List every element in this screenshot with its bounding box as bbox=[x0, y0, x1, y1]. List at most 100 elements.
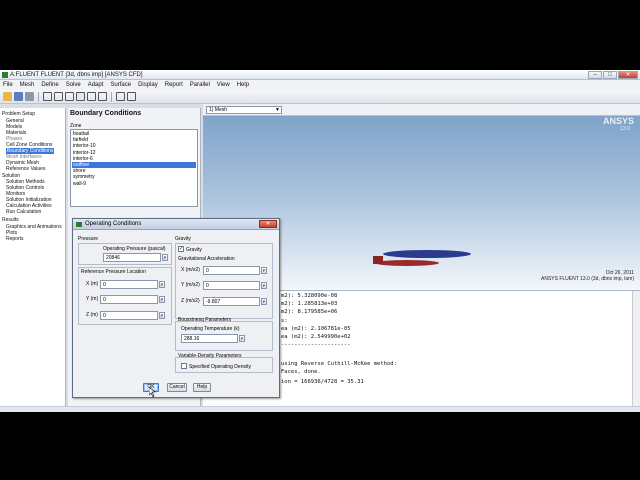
zoom-icon[interactable] bbox=[65, 92, 74, 101]
ref-z-label: Z (m) bbox=[86, 312, 98, 318]
grav-y-field[interactable]: 0 bbox=[203, 281, 260, 290]
mouse-cursor-icon bbox=[149, 387, 156, 397]
grav-x-param-button[interactable]: P bbox=[261, 267, 267, 274]
zone-list-item[interactable]: interior-10 bbox=[73, 143, 96, 149]
help-button[interactable]: Help bbox=[193, 383, 211, 392]
console-line: s: bbox=[281, 318, 288, 324]
grav-y-param-button[interactable]: P bbox=[261, 282, 267, 289]
ref-x-label: X (m) bbox=[86, 281, 99, 287]
operating-pressure-param-button[interactable]: P bbox=[162, 254, 168, 261]
pressure-group-label: Pressure bbox=[78, 236, 99, 242]
menu-mesh[interactable]: Mesh bbox=[20, 82, 35, 88]
tree-item[interactable]: Run Calculation bbox=[6, 209, 41, 215]
gravity-checkbox-label: Gravity bbox=[186, 247, 202, 253]
dialog-title-bar: Operating Conditions ✕ bbox=[73, 219, 279, 230]
operating-temperature-label: Operating Temperature (k) bbox=[181, 326, 240, 332]
graphics-window-select-value: 1) Mesh bbox=[209, 107, 228, 113]
rotate-icon[interactable] bbox=[43, 92, 52, 101]
zone-list-item[interactable]: outflow bbox=[72, 162, 196, 168]
zone-list-item[interactable]: farfield bbox=[73, 137, 88, 143]
chevron-down-icon: ▼ bbox=[275, 107, 280, 113]
specified-density-checkbox[interactable] bbox=[181, 363, 187, 369]
tree-item[interactable]: Reports bbox=[6, 236, 24, 242]
grav-y-label: Y (m/s2) bbox=[181, 282, 200, 288]
layout-icon[interactable] bbox=[116, 92, 125, 101]
ref-x-field[interactable]: 0 bbox=[100, 280, 158, 289]
menu-file[interactable]: File bbox=[3, 82, 13, 88]
zone-list-item[interactable]: interior-6 bbox=[73, 156, 93, 162]
zone-list-item[interactable]: boattail bbox=[73, 131, 89, 137]
grav-accel-label: Gravitational Acceleration bbox=[178, 256, 235, 262]
toolbar-separator bbox=[38, 91, 39, 102]
mesh-body bbox=[375, 260, 439, 266]
operating-conditions-dialog: Operating Conditions ✕ Pressure Operatin… bbox=[72, 218, 280, 398]
console-line: --------------------- bbox=[281, 342, 351, 348]
ref-z-field[interactable]: 0 bbox=[100, 311, 158, 320]
save-icon[interactable] bbox=[14, 92, 23, 101]
ref-y-label: Y (m) bbox=[86, 296, 99, 302]
ref-y-field[interactable]: 0 bbox=[100, 295, 158, 304]
reference-location-label: Reference Pressure Location bbox=[81, 269, 146, 275]
grav-x-field[interactable]: 0 bbox=[203, 266, 260, 275]
operating-pressure-field[interactable]: 20846 bbox=[103, 253, 161, 262]
tree-item[interactable]: Results bbox=[2, 217, 19, 223]
gravity-group-label: Gravity bbox=[175, 236, 191, 242]
minimize-button[interactable]: – bbox=[588, 71, 602, 79]
dialog-title: Operating Conditions bbox=[85, 221, 142, 227]
graphics-window-select[interactable]: 1) Mesh ▼ bbox=[206, 106, 282, 114]
panel-title: Boundary Conditions bbox=[70, 110, 142, 117]
console-line: m2): 8.179585e+06 bbox=[281, 309, 338, 315]
operating-temperature-param-button[interactable]: P bbox=[239, 335, 245, 342]
menu-adapt[interactable]: Adapt bbox=[88, 82, 104, 88]
ref-z-param-button[interactable]: P bbox=[159, 312, 165, 319]
grav-z-label: Z (m/s2) bbox=[181, 298, 200, 304]
console-line: m2): 5.328090e-08 bbox=[281, 293, 338, 299]
tree-item[interactable]: Problem Setup bbox=[2, 111, 35, 117]
zoom-box-icon[interactable] bbox=[76, 92, 85, 101]
grav-z-field[interactable]: -9.807 bbox=[203, 297, 260, 306]
fluent-app-icon bbox=[2, 72, 8, 78]
menu-display[interactable]: Display bbox=[138, 82, 158, 88]
horizontal-scrollbar[interactable] bbox=[0, 406, 640, 412]
console-scrollbar[interactable] bbox=[632, 291, 640, 412]
ref-y-param-button[interactable]: P bbox=[159, 296, 165, 303]
close-icon[interactable]: ✕ bbox=[259, 220, 277, 228]
zone-list[interactable]: boattail farfield interior-10 interior-12 in… bbox=[70, 129, 198, 207]
close-window-button[interactable]: ✕ bbox=[618, 71, 638, 79]
window-icon[interactable] bbox=[127, 92, 136, 101]
menu-parallel[interactable]: Parallel bbox=[190, 82, 210, 88]
console-line: ea (m2): 2.549990e+02 bbox=[281, 334, 351, 340]
probe-icon[interactable] bbox=[98, 92, 107, 101]
zone-list-item[interactable]: symmetry bbox=[73, 174, 95, 180]
fit-icon[interactable] bbox=[87, 92, 96, 101]
console-line: m2): 1.285813e+03 bbox=[281, 301, 338, 307]
menu-report[interactable]: Report bbox=[165, 82, 183, 88]
tree-item[interactable]: Reference Values bbox=[6, 166, 45, 172]
zone-list-item[interactable]: interior-12 bbox=[73, 150, 96, 156]
menu-define[interactable]: Define bbox=[41, 82, 58, 88]
toolbar bbox=[0, 90, 640, 104]
variable-density-label: Variable-Density Parameters bbox=[178, 353, 242, 359]
operating-temperature-field[interactable]: 288.16 bbox=[181, 334, 238, 343]
fluent-dialog-icon bbox=[76, 222, 82, 227]
pan-icon[interactable] bbox=[54, 92, 63, 101]
maximize-button[interactable]: □ bbox=[603, 71, 617, 79]
zone-list-item[interactable]: shore bbox=[73, 168, 86, 174]
menu-help[interactable]: Help bbox=[237, 82, 249, 88]
title-bar: A:FLUENT FLUENT [3d, dbns imp] [ANSYS CF… bbox=[0, 70, 640, 80]
window-title: A:FLUENT FLUENT [3d, dbns imp] [ANSYS CF… bbox=[10, 72, 143, 78]
zone-list-item[interactable]: wall-9 bbox=[73, 181, 86, 187]
gravity-checkbox[interactable]: ✓ bbox=[178, 246, 184, 252]
menu-surface[interactable]: Surface bbox=[110, 82, 131, 88]
console-line: ion = 166936/4728 = 35.31 bbox=[281, 379, 364, 385]
grav-z-param-button[interactable]: P bbox=[261, 298, 267, 305]
print-icon[interactable] bbox=[25, 92, 34, 101]
console-line: ea (m2): 2.106781e-05 bbox=[281, 326, 351, 332]
menu-solve[interactable]: Solve bbox=[66, 82, 81, 88]
open-icon[interactable] bbox=[3, 92, 12, 101]
navigation-tree: Problem Setup General Models Materials Phase… bbox=[0, 108, 66, 412]
solver-stamp: Oct 26, 2011 ANSYS FLUENT 13.0 (3d, dbns… bbox=[541, 270, 634, 282]
menu-view[interactable]: View bbox=[217, 82, 230, 88]
cancel-button[interactable]: Cancel bbox=[167, 383, 187, 392]
ref-x-param-button[interactable]: P bbox=[159, 281, 165, 288]
